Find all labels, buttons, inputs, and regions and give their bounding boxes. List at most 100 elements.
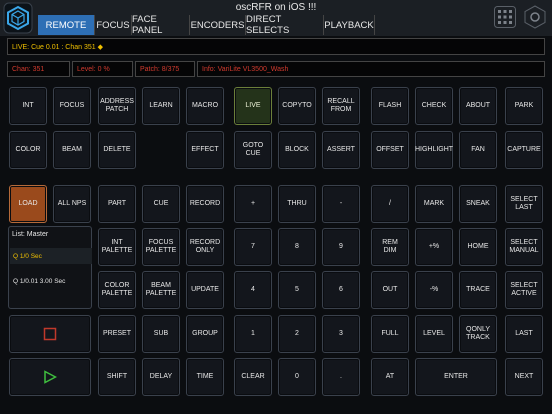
select-active-button[interactable]: SELECT ACTIVE [505,271,543,309]
nine-button[interactable]: 9 [322,228,360,266]
level-button[interactable]: LEVEL [415,315,453,353]
stop-button[interactable] [9,315,91,353]
tab-focus[interactable]: FOCUS [94,15,131,35]
status-patch-text: Patch: 8/375 [140,65,180,73]
slash-button[interactable]: / [371,185,409,223]
focus-button[interactable]: FOCUS [53,87,91,125]
beam-button[interactable]: BEAM [53,131,91,169]
check-button[interactable]: CHECK [415,87,453,125]
out-button[interactable]: OUT [371,271,409,309]
assert-button[interactable]: ASSERT [322,131,360,169]
six-button[interactable]: 6 [322,271,360,309]
shift-button[interactable]: SHIFT [98,358,136,396]
three-button[interactable]: 3 [322,315,360,353]
four-button[interactable]: 4 [234,271,272,309]
sneak-button[interactable]: SNEAK [459,185,497,223]
preset-button[interactable]: PRESET [98,315,136,353]
plus-button[interactable]: + [234,185,272,223]
eight-button[interactable]: 8 [278,228,316,266]
all-nps-button[interactable]: ALL NPS [53,185,91,223]
tab-label: PLAYBACK [324,19,374,31]
tab-label: FOCUS [96,19,130,31]
home-button[interactable]: HOME [459,228,497,266]
recall-from-button[interactable]: RECALL FROM [322,87,360,125]
go-button[interactable] [9,358,91,396]
tab-playback[interactable]: PLAYBACK [323,15,375,35]
offset-button[interactable]: OFFSET [371,131,409,169]
minus-button[interactable]: - [322,185,360,223]
int-button[interactable]: INT [9,87,47,125]
color-palette-button[interactable]: COLOR PALETTE [98,271,136,309]
tab-label: ENCODERS [190,19,245,31]
record-button[interactable]: RECORD [186,185,224,223]
status-chan: Chan: 351 [7,61,70,77]
command-line-text: LIVE: Cue 0.01 : Chan 351 ◆ [12,43,103,51]
last-button[interactable]: LAST [505,315,543,353]
trace-button[interactable]: TRACE [459,271,497,309]
hexagon-settings-icon [524,5,546,29]
mark-button[interactable]: MARK [415,185,453,223]
flash-button[interactable]: FLASH [371,87,409,125]
enter-button[interactable]: ENTER [415,358,497,396]
thru-button[interactable]: THRU [278,185,316,223]
at-button[interactable]: AT [371,358,409,396]
settings-button[interactable] [523,5,547,29]
record-only-button[interactable]: RECORD ONLY [186,228,224,266]
load-button[interactable]: LOAD [9,185,47,223]
list-item[interactable]: Q 1/0 Sec [10,248,92,264]
color-button[interactable]: COLOR [9,131,47,169]
beam-palette-button[interactable]: BEAM PALETTE [142,271,180,309]
dot-button[interactable]: . [322,358,360,396]
update-button[interactable]: UPDATE [186,271,224,309]
command-line: LIVE: Cue 0.01 : Chan 351 ◆ [7,38,545,55]
highlight-button[interactable]: HIGHLIGHT [415,131,453,169]
park-button[interactable]: PARK [505,87,543,125]
zero-button[interactable]: 0 [278,358,316,396]
time-button[interactable]: TIME [186,358,224,396]
status-chan-text: Chan: 351 [12,65,45,73]
select-manual-button[interactable]: SELECT MANUAL [505,228,543,266]
select-last-button[interactable]: SELECT LAST [505,185,543,223]
keypad-menu-button[interactable] [494,6,516,28]
cue-button[interactable]: CUE [142,185,180,223]
part-button[interactable]: PART [98,185,136,223]
fan-button[interactable]: FAN [459,131,497,169]
live-button[interactable]: LIVE [234,87,272,125]
delete-button[interactable]: DELETE [98,131,136,169]
play-icon [44,370,57,384]
group-button[interactable]: GROUP [186,315,224,353]
seven-button[interactable]: 7 [234,228,272,266]
one-button[interactable]: 1 [234,315,272,353]
goto-cue-button[interactable]: GOTO CUE [234,131,272,169]
macro-button[interactable]: MACRO [186,87,224,125]
clear-button[interactable]: CLEAR [234,358,272,396]
plus-percent-button[interactable]: +% [415,228,453,266]
learn-button[interactable]: LEARN [142,87,180,125]
qonly-track-button[interactable]: QONLY TRACK [459,315,497,353]
status-patch: Patch: 8/375 [135,61,195,77]
status-level-text: Level: 0 % [77,65,110,73]
minus-percent-button[interactable]: -% [415,271,453,309]
int-palette-button[interactable]: INT PALETTE [98,228,136,266]
list-item[interactable]: Q 1/0.01 3.00 Sec [10,273,92,289]
block-button[interactable]: BLOCK [278,131,316,169]
delay-button[interactable]: DELAY [142,358,180,396]
address-patch-button[interactable]: ADDRESS PATCH [98,87,136,125]
cue-list-title: List: Master [12,231,49,238]
about-button[interactable]: ABOUT [459,87,497,125]
tab-label: REMOTE [45,19,87,31]
capture-button[interactable]: CAPTURE [505,131,543,169]
full-button[interactable]: FULL [371,315,409,353]
five-button[interactable]: 5 [278,271,316,309]
tab-remote[interactable]: REMOTE [38,15,94,35]
rem-dim-button[interactable]: REM DIM [371,228,409,266]
two-button[interactable]: 2 [278,315,316,353]
focus-palette-button[interactable]: FOCUS PALETTE [142,228,180,266]
next-button[interactable]: NEXT [505,358,543,396]
tab-direct-selects[interactable]: DIRECT SELECTS [245,14,323,36]
copyto-button[interactable]: COPYTO [278,87,316,125]
tab-face-panel[interactable]: FACE PANEL [131,14,189,36]
effect-button[interactable]: EFFECT [186,131,224,169]
tab-encoders[interactable]: ENCODERS [189,15,245,35]
sub-button[interactable]: SUB [142,315,180,353]
